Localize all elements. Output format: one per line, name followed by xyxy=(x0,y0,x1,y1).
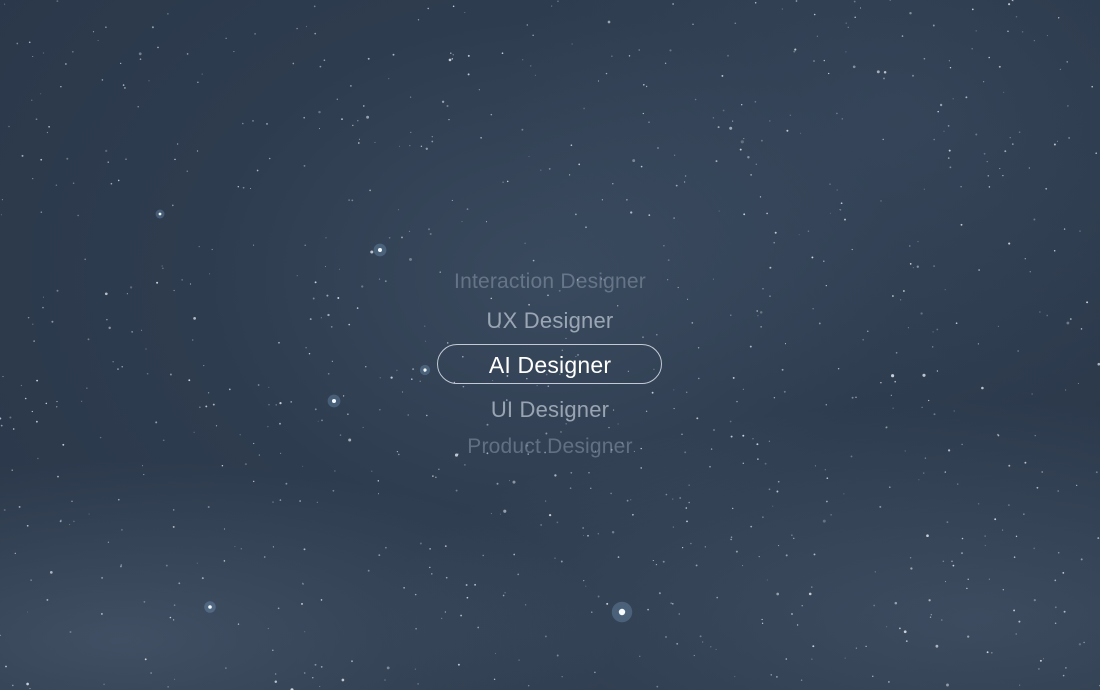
picker-item-ui-designer[interactable]: UI Designer xyxy=(350,397,750,423)
picker-item-ux-designer[interactable]: UX Designer xyxy=(350,308,750,334)
picker-item-interaction-designer[interactable]: Interaction Designer xyxy=(350,270,750,294)
role-picker[interactable]: Interaction Designer UX Designer AI Desi… xyxy=(350,262,750,472)
picker-item-ai-designer-selected[interactable]: AI Designer xyxy=(350,352,750,379)
picker-item-product-designer[interactable]: Product Designer xyxy=(350,435,750,459)
